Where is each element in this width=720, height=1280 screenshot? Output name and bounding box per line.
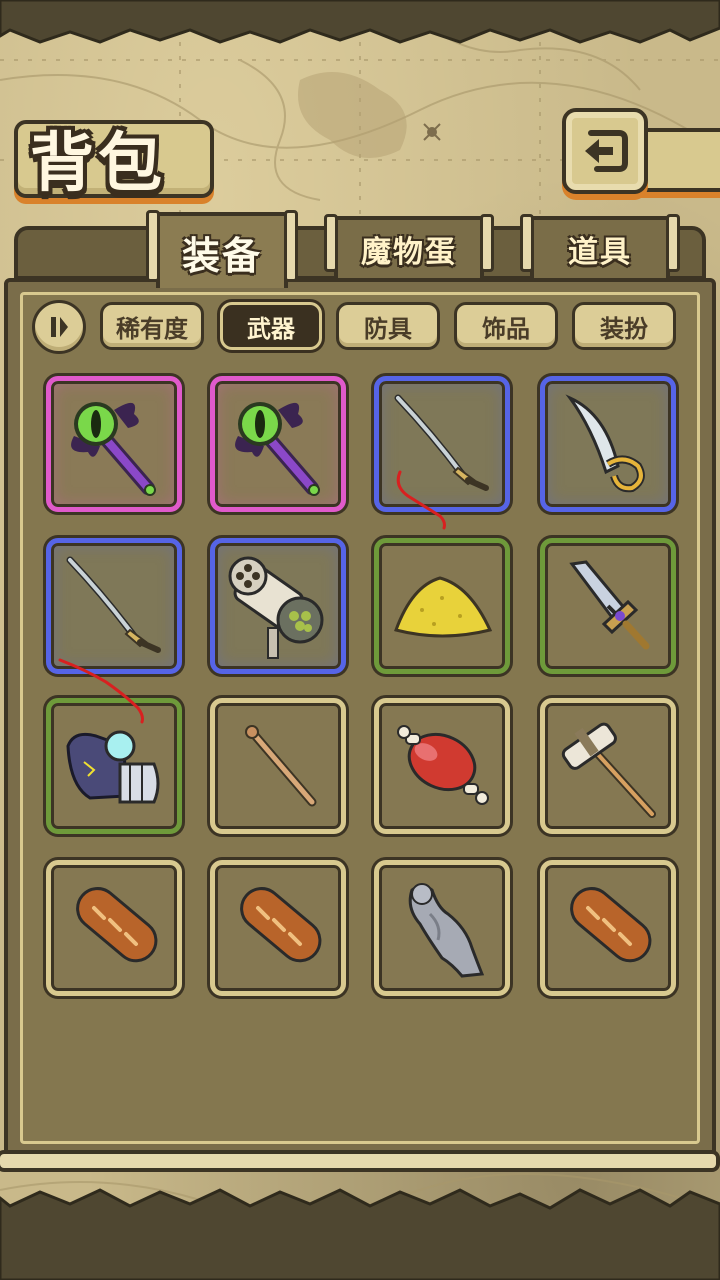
wooden-stick-icon — [245, 725, 317, 807]
stone-statue-icon — [408, 883, 485, 978]
cutlass-icon — [565, 394, 645, 493]
tab-post — [666, 214, 680, 272]
meat-on-bone-icon — [397, 725, 489, 805]
filter-label: 装扮 — [600, 314, 648, 343]
inventory-slot[interactable] — [374, 860, 510, 996]
katana-icon — [394, 394, 489, 491]
inventory-slot[interactable] — [46, 376, 182, 512]
eye-scepter-icon — [71, 402, 156, 496]
filter-label: 饰品 — [482, 314, 530, 343]
sand-pile-icon — [394, 576, 493, 638]
inventory-slot[interactable] — [540, 860, 676, 996]
inventory-slot[interactable] — [46, 860, 182, 996]
jeweled-sword-icon — [569, 560, 650, 650]
tab-label: 装备 — [181, 233, 262, 278]
inventory-slot[interactable] — [374, 376, 510, 512]
back-button[interactable] — [562, 108, 648, 194]
tab-monster-eggs[interactable]: 魔物蛋 — [324, 214, 494, 278]
orb-gauntlet-icon — [66, 730, 160, 804]
mop-icon — [561, 722, 656, 818]
inventory-slot[interactable] — [46, 698, 182, 834]
inventory-slot[interactable] — [540, 538, 676, 674]
top-torn-border — [0, 0, 720, 44]
filter-rarity[interactable]: 稀有度 — [100, 302, 204, 350]
inventory-slot[interactable] — [374, 698, 510, 834]
tab-items[interactable]: 道具 — [520, 214, 680, 278]
inventory-slot[interactable] — [210, 698, 346, 834]
inventory-slot[interactable] — [540, 376, 676, 512]
filter-armor[interactable]: 防具 — [336, 302, 440, 350]
katana-icon — [66, 556, 161, 653]
bread-loaf-icon — [76, 887, 158, 963]
tab-post — [520, 214, 534, 272]
bread-loaf-icon — [240, 887, 322, 963]
tab-post — [480, 214, 494, 272]
bottom-torn-border — [0, 1188, 720, 1280]
eye-scepter-icon — [235, 402, 320, 496]
tab-post — [146, 210, 160, 282]
inventory-slot[interactable] — [540, 698, 676, 834]
tab-label: 魔物蛋 — [361, 235, 457, 270]
bread-loaf-icon — [570, 887, 652, 963]
tab-equipment[interactable]: 装备 — [146, 210, 298, 288]
filter-label: 防具 — [364, 314, 412, 343]
filter-toggle-button[interactable] — [32, 300, 86, 354]
tab-post — [324, 214, 338, 272]
tab-label: 道具 — [568, 235, 632, 270]
inventory-slot[interactable] — [374, 538, 510, 674]
filter-weapons[interactable]: 武器 — [220, 302, 322, 350]
tab-post — [284, 210, 298, 282]
filter-label: 武器 — [247, 314, 295, 343]
filter-label: 稀有度 — [116, 314, 188, 343]
inventory-slot[interactable] — [210, 860, 346, 996]
filter-accessories[interactable]: 饰品 — [454, 302, 558, 350]
panel-bottom-rail — [0, 1150, 720, 1172]
filter-costumes[interactable]: 装扮 — [572, 302, 676, 350]
return-arrow-icon — [585, 130, 628, 172]
inventory-slot[interactable] — [46, 538, 182, 674]
inventory-slot[interactable] — [210, 376, 346, 512]
gatling-cannon-icon — [228, 556, 324, 659]
page-title: 背包 — [30, 127, 166, 201]
pause-toggle-icon — [51, 317, 68, 337]
inventory-slot[interactable] — [210, 538, 346, 674]
